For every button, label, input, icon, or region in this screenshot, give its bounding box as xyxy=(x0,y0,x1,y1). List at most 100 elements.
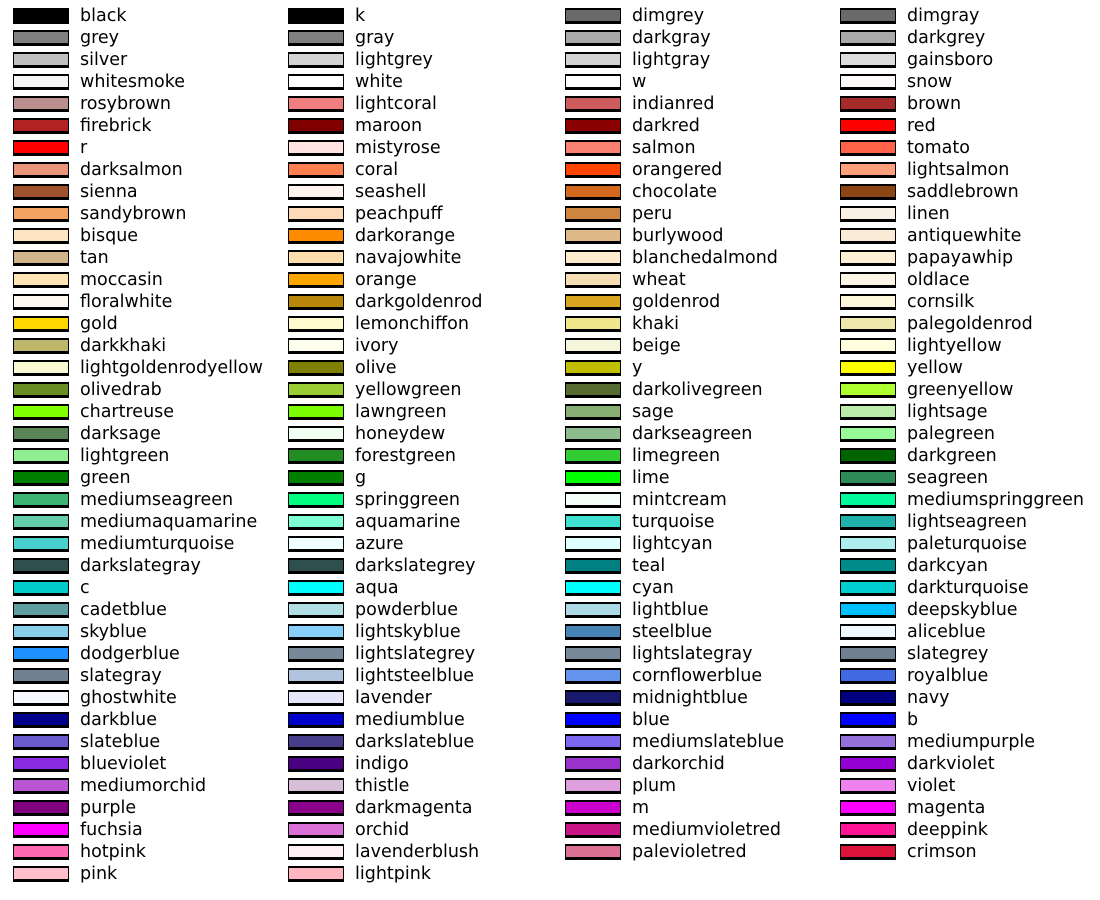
color-name-label: lightskyblue xyxy=(355,622,461,642)
color-swatch xyxy=(565,30,621,46)
color-swatch xyxy=(288,162,344,178)
color-name-label: forestgreen xyxy=(355,446,456,466)
color-row: chocolate xyxy=(552,182,828,206)
color-name-label: darkturquoise xyxy=(907,578,1029,598)
color-swatch xyxy=(13,8,69,24)
color-name-label: magenta xyxy=(907,798,986,818)
color-swatch xyxy=(565,448,621,464)
color-name-label: tan xyxy=(80,248,109,268)
color-swatch xyxy=(288,712,344,728)
color-name-label: lavender xyxy=(355,688,432,708)
color-swatch xyxy=(13,646,69,662)
color-name-label: antiquewhite xyxy=(907,226,1022,246)
color-column-0: black grey silver whitesmoke rosybrown firebr… xyxy=(0,0,276,900)
color-swatch xyxy=(288,580,344,596)
color-name-label: m xyxy=(632,798,650,818)
color-name-label: plum xyxy=(632,776,677,796)
color-swatch xyxy=(565,52,621,68)
color-swatch xyxy=(13,96,69,112)
color-swatch xyxy=(13,184,69,200)
color-swatch xyxy=(840,536,896,552)
color-column-3: dimgray darkgrey gainsboro snow brown red toma… xyxy=(827,0,1100,900)
color-swatch xyxy=(565,250,621,266)
color-name-label: peru xyxy=(632,204,673,224)
color-name-label: palegreen xyxy=(907,424,996,444)
color-swatch xyxy=(840,734,896,750)
color-swatch xyxy=(840,756,896,772)
color-name-label: darkgreen xyxy=(907,446,997,466)
color-row: firebrick xyxy=(0,116,276,140)
color-swatch xyxy=(565,272,621,288)
color-row: pink xyxy=(0,864,276,888)
color-name-label: b xyxy=(907,710,919,730)
color-name-label: darkseagreen xyxy=(632,424,753,444)
color-name-label: cornsilk xyxy=(907,292,975,312)
color-row: lightgreen xyxy=(0,446,276,470)
color-swatch xyxy=(840,668,896,684)
color-name-label: darkkhaki xyxy=(80,336,167,356)
color-name-label: gold xyxy=(80,314,118,334)
color-swatch xyxy=(840,118,896,134)
color-swatch xyxy=(13,206,69,222)
color-row: blanchedalmond xyxy=(552,248,828,272)
color-swatch xyxy=(840,514,896,530)
color-row: black xyxy=(0,6,276,30)
color-row: lightpink xyxy=(275,864,551,888)
color-swatch xyxy=(565,360,621,376)
color-name-label: peachpuff xyxy=(355,204,443,224)
color-swatch xyxy=(840,96,896,112)
color-swatch xyxy=(840,558,896,574)
color-row: lightgray xyxy=(552,50,828,74)
color-name-label: yellow xyxy=(907,358,963,378)
color-swatch xyxy=(13,734,69,750)
color-name-label: deepskyblue xyxy=(907,600,1018,620)
color-swatch xyxy=(13,382,69,398)
color-name-label: fuchsia xyxy=(80,820,143,840)
color-row: crimson xyxy=(827,842,1100,866)
color-swatch xyxy=(13,602,69,618)
color-swatch xyxy=(565,470,621,486)
color-name-label: blue xyxy=(632,710,670,730)
color-name-label: indianred xyxy=(632,94,715,114)
color-swatch xyxy=(288,844,344,860)
color-name-label: floralwhite xyxy=(80,292,173,312)
color-swatch xyxy=(13,338,69,354)
color-swatch xyxy=(565,580,621,596)
color-swatch xyxy=(565,624,621,640)
color-name-label: ivory xyxy=(355,336,399,356)
color-swatch xyxy=(288,866,344,882)
color-name-label: w xyxy=(632,72,647,92)
color-row: midnightblue xyxy=(552,688,828,712)
color-name-label: chocolate xyxy=(632,182,717,202)
color-name-label: darkgray xyxy=(632,28,711,48)
color-swatch xyxy=(565,690,621,706)
color-name-label: darksage xyxy=(80,424,161,444)
color-swatch xyxy=(840,184,896,200)
color-name-label: lightcyan xyxy=(632,534,713,554)
color-swatch xyxy=(840,30,896,46)
color-swatch xyxy=(840,580,896,596)
color-swatch xyxy=(840,228,896,244)
color-row: darkorchid xyxy=(552,754,828,778)
color-name-label: y xyxy=(632,358,643,378)
color-swatch xyxy=(565,206,621,222)
color-swatch xyxy=(565,316,621,332)
color-swatch xyxy=(840,162,896,178)
color-row: teal xyxy=(552,556,828,580)
color-name-label: pink xyxy=(80,864,118,884)
color-swatch xyxy=(13,316,69,332)
color-name-label: slategray xyxy=(80,666,162,686)
color-swatch xyxy=(288,250,344,266)
color-name-label: lightblue xyxy=(632,600,709,620)
color-swatch xyxy=(13,712,69,728)
color-swatch xyxy=(565,778,621,794)
color-row: k xyxy=(275,6,551,30)
color-swatch xyxy=(288,690,344,706)
color-swatch xyxy=(840,338,896,354)
color-name-label: deeppink xyxy=(907,820,988,840)
color-swatch xyxy=(13,360,69,376)
named-colors-chart: black grey silver whitesmoke rosybrown firebr… xyxy=(0,0,1100,900)
color-swatch xyxy=(288,96,344,112)
color-name-label: gray xyxy=(355,28,395,48)
color-name-label: darkslateblue xyxy=(355,732,475,752)
